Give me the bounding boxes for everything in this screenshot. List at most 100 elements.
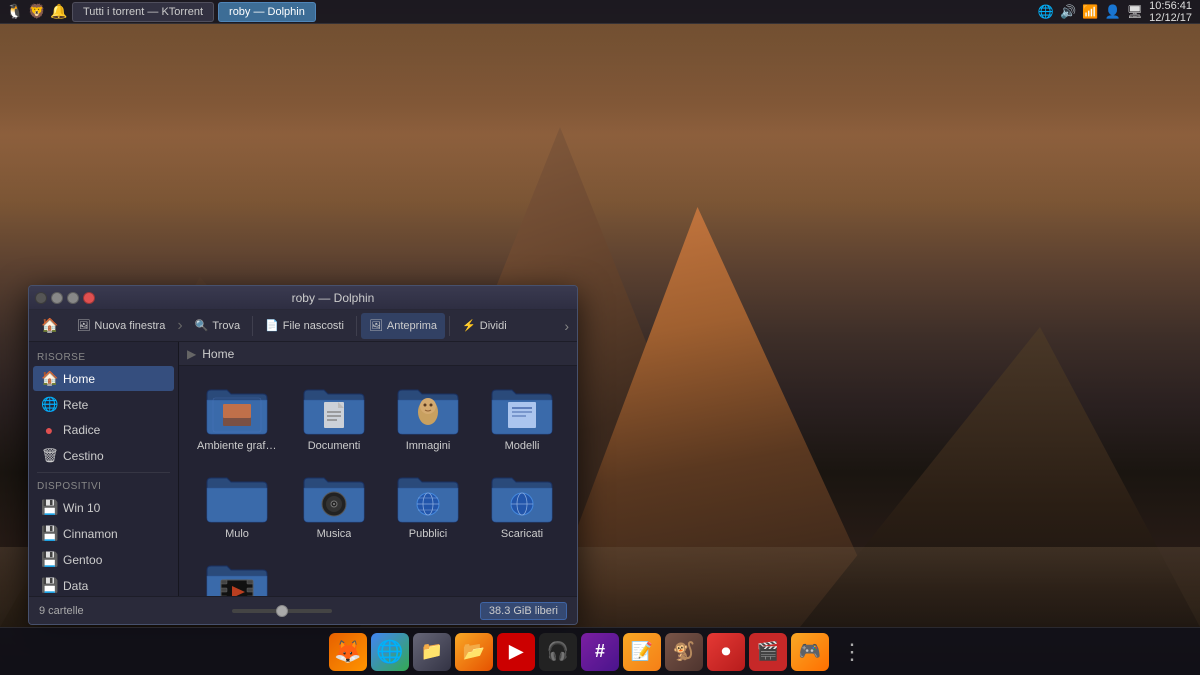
sidebar-divider	[37, 472, 170, 473]
home-icon: 🏠	[41, 370, 57, 387]
window-titlebar: roby — Dolphin	[29, 286, 577, 310]
sidebar-rete-label: Rete	[63, 398, 88, 412]
dock-games-button[interactable]: 🎮	[791, 633, 829, 671]
window-maximize-button[interactable]	[67, 292, 79, 304]
file-item-immagini[interactable]: Immagini	[385, 378, 471, 458]
gentoo-icon: 💾	[41, 551, 57, 568]
toolbar-new-window-button[interactable]: 🖼 Nuova finestra	[68, 313, 173, 339]
file-item-ambiente[interactable]: Ambiente grafico	[191, 378, 283, 458]
network-icon[interactable]: 🌐	[1038, 4, 1054, 20]
preview-icon: 🖼	[369, 319, 383, 332]
sidebar-section-dispositivi: Dispositivi	[29, 477, 178, 494]
window-controls	[35, 292, 95, 304]
dolphin-label: roby — Dolphin	[229, 6, 305, 18]
breadcrumb-home[interactable]: Home	[202, 347, 234, 361]
file-item-scaricati[interactable]: Scaricati	[479, 466, 565, 546]
dock-chrome-button[interactable]: 🌐	[371, 633, 409, 671]
sidebar: Risorse 🏠 Home 🌐 Rete ● Radice 🗑 Cestino…	[29, 342, 179, 596]
taskbar-ktorrents-button[interactable]: Tutti i torrent — KTorrent	[72, 2, 214, 22]
sidebar-item-data[interactable]: 💾 Data	[33, 573, 174, 596]
toolbar-preview-button[interactable]: 🖼 Anteprima	[361, 313, 445, 339]
toolbar-back-button[interactable]: 🏠	[33, 313, 66, 339]
file-item-pubblici[interactable]: Pubblici	[385, 466, 471, 546]
system-clock: 10:56:41 12/12/17	[1149, 0, 1192, 24]
toolbar-separator-3	[449, 316, 450, 336]
sidebar-data-label: Data	[63, 579, 88, 593]
app-icon-lion[interactable]: 🦁	[28, 3, 46, 21]
taskbar-right-section: 🌐 🔊 📶 👤 🖥 10:56:41 12/12/17	[1030, 0, 1200, 24]
window-close-button[interactable]	[83, 292, 95, 304]
sidebar-gentoo-label: Gentoo	[63, 553, 102, 567]
sidebar-item-home[interactable]: 🏠 Home	[33, 366, 174, 391]
window-body: Risorse 🏠 Home 🌐 Rete ● Radice 🗑 Cestino…	[29, 342, 577, 596]
dock-video-button[interactable]: 🎬	[749, 633, 787, 671]
find-icon: 🔍	[195, 319, 209, 332]
dock-irc-button[interactable]: #	[581, 633, 619, 671]
toolbar-arrow: ›	[175, 317, 184, 335]
toolbar-separator-1	[252, 316, 253, 336]
toolbar-separator-2	[356, 316, 357, 336]
sidebar-win10-label: Win 10	[63, 501, 100, 515]
wifi-icon[interactable]: 📶	[1082, 4, 1098, 20]
file-item-documenti[interactable]: Documenti	[291, 378, 377, 458]
clock-date: 12/12/17	[1149, 12, 1192, 24]
sidebar-item-gentoo[interactable]: 💾 Gentoo	[33, 547, 174, 572]
folder-icon-mulo	[205, 472, 269, 524]
dock-virtualbox-button[interactable]: 🐒	[665, 633, 703, 671]
app-icon-penguin[interactable]: 🐧	[6, 3, 24, 21]
status-count: 9 cartelle	[39, 605, 84, 617]
sidebar-item-rete[interactable]: 🌐 Rete	[33, 392, 174, 417]
free-space-badge: 38.3 GiB liberi	[480, 602, 567, 620]
sidebar-item-cestino[interactable]: 🗑 Cestino	[33, 443, 174, 468]
file-item-modelli[interactable]: Modelli	[479, 378, 565, 458]
dock-more-button[interactable]: ⋮	[833, 633, 871, 671]
file-item-video[interactable]: Video	[191, 554, 283, 596]
folder-icon-immagini	[396, 384, 460, 436]
dock-notes-button[interactable]: 📝	[623, 633, 661, 671]
file-label-documenti: Documenti	[308, 440, 361, 452]
cinnamon-icon: 💾	[41, 525, 57, 542]
dock-record-button[interactable]: ⏺	[707, 633, 745, 671]
preview-label: Anteprima	[387, 320, 437, 332]
monitor-icon[interactable]: 🖥	[1127, 4, 1144, 20]
folder-icon-video	[205, 560, 269, 596]
folder-icon-modelli	[490, 384, 554, 436]
sidebar-item-radice[interactable]: ● Radice	[33, 418, 174, 442]
toolbar-hidden-button[interactable]: 📄 File nascosti	[257, 313, 352, 339]
sidebar-item-cinnamon[interactable]: 💾 Cinnamon	[33, 521, 174, 546]
split-label: Dividi	[480, 320, 507, 332]
file-label-scaricati: Scaricati	[501, 528, 543, 540]
content-area: ▶ Home Ambiente grafico	[179, 342, 577, 596]
window-minimize-button[interactable]	[51, 292, 63, 304]
dock-files-button[interactable]: 📁	[413, 633, 451, 671]
app-icon-bell[interactable]: 🔔	[50, 3, 68, 21]
dock-folder-button[interactable]: 📂	[455, 633, 493, 671]
file-label-modelli: Modelli	[505, 440, 540, 452]
root-icon: ●	[41, 422, 57, 438]
status-bar: 9 cartelle 38.3 GiB liberi	[29, 596, 577, 624]
file-item-mulo[interactable]: Mulo	[191, 466, 283, 546]
file-item-musica[interactable]: Musica	[291, 466, 377, 546]
file-grid: Ambiente grafico Documenti	[179, 366, 577, 596]
win10-icon: 💾	[41, 499, 57, 516]
sidebar-item-win10[interactable]: 💾 Win 10	[33, 495, 174, 520]
window-menu-button[interactable]	[35, 292, 47, 304]
dock-firefox-button[interactable]: 🦊	[329, 633, 367, 671]
dock-youtube-button[interactable]: ▶	[497, 633, 535, 671]
back-icon: 🏠	[41, 317, 58, 334]
sidebar-section-risorse: Risorse	[29, 348, 178, 365]
taskbar-dolphin-button[interactable]: roby — Dolphin	[218, 2, 316, 22]
zoom-slider[interactable]	[94, 609, 470, 613]
window-title: roby — Dolphin	[95, 291, 571, 305]
user-icon[interactable]: 👤	[1104, 4, 1120, 20]
toolbar-find-button[interactable]: 🔍 Trova	[187, 313, 248, 339]
toolbar-more-button[interactable]: ›	[560, 318, 573, 334]
toolbar-split-button[interactable]: ⚡ Dividi	[454, 313, 515, 339]
volume-icon[interactable]: 🔊	[1060, 4, 1076, 20]
dock-music-button[interactable]: 🎧	[539, 633, 577, 671]
find-label: Trova	[212, 320, 240, 332]
ktorrents-label: Tutti i torrent — KTorrent	[83, 6, 203, 18]
taskbar-bottom: 🦊 🌐 📁 📂 ▶ 🎧 # 📝 🐒 ⏺ 🎬 🎮 ⋮	[0, 627, 1200, 675]
file-label-musica: Musica	[317, 528, 352, 540]
file-label-immagini: Immagini	[406, 440, 451, 452]
